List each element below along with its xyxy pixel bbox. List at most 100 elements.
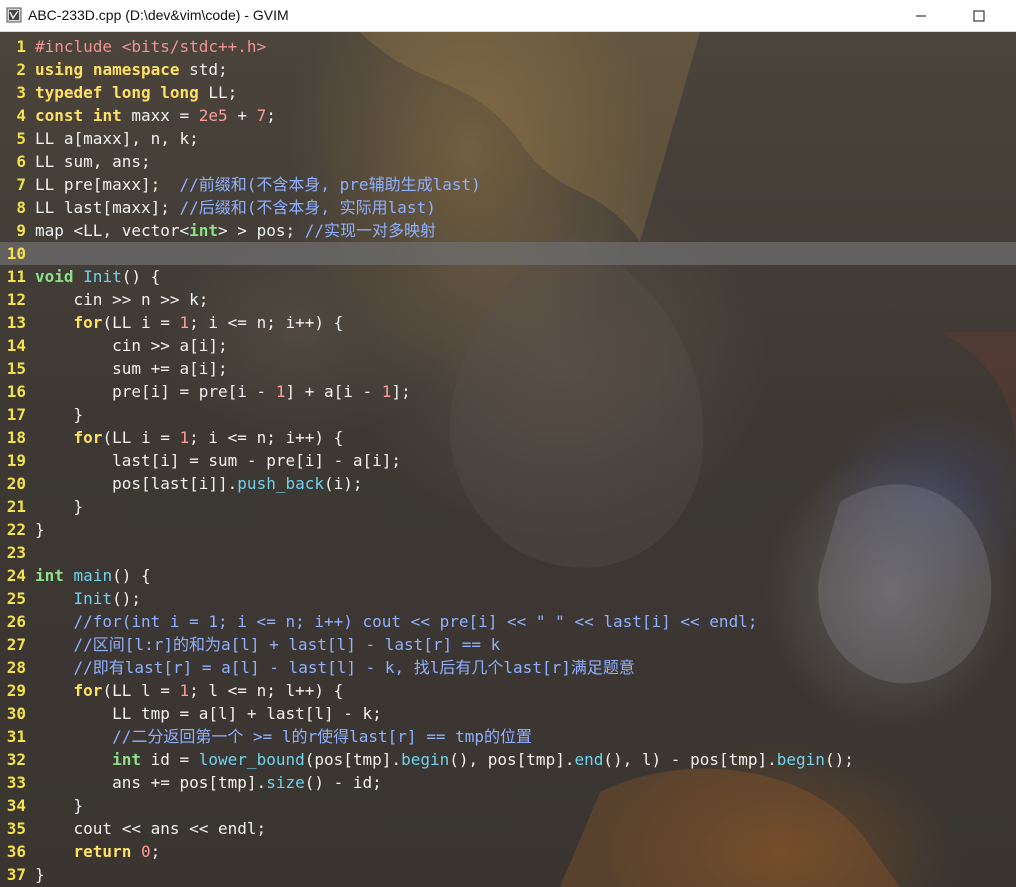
code-line[interactable]: 29 for(LL l = 1; l <= n; l++) {: [0, 679, 1016, 702]
line-number: 1: [16, 37, 26, 56]
code-line[interactable]: 14 cin >> a[i];: [0, 334, 1016, 357]
token-plain: () {: [121, 267, 161, 286]
maximize-icon: [973, 10, 985, 22]
code-text: pos[last[i]].push_back(i);: [26, 472, 362, 495]
token-plain: LL last[maxx];: [35, 198, 180, 217]
line-number: 6: [16, 152, 26, 171]
code-line[interactable]: 27 //区间[l:r]的和为a[l] + last[l] - last[r] …: [0, 633, 1016, 656]
token-plain: }: [35, 405, 84, 424]
code-text: pre[i] = pre[i - 1] + a[i - 1];: [26, 380, 411, 403]
code-line[interactable]: 6 LL sum, ans;: [0, 150, 1016, 173]
code-line[interactable]: 11 void Init() {: [0, 265, 1016, 288]
code-lines[interactable]: 1 #include <bits/stdc++.h> 2 using namespac…: [0, 35, 1016, 886]
line-number: 17: [6, 405, 26, 424]
editor-area[interactable]: 1 #include <bits/stdc++.h> 2 using namespac…: [0, 32, 1016, 887]
code-text: LL a[maxx], n, k;: [26, 127, 199, 150]
code-text: return 0;: [26, 840, 161, 863]
code-line[interactable]: 17 }: [0, 403, 1016, 426]
token-num: 1: [179, 428, 190, 447]
token-plain: ; i <= n; i++) {: [189, 313, 344, 332]
code-line[interactable]: 8 LL last[maxx]; //后缀和(不含本身, 实际用last): [0, 196, 1016, 219]
line-number: 15: [6, 359, 26, 378]
code-line[interactable]: 13 for(LL i = 1; i <= n; i++) {: [0, 311, 1016, 334]
token-pp: #include <bits/stdc++.h>: [35, 37, 267, 56]
code-line[interactable]: 18 for(LL i = 1; i <= n; i++) {: [0, 426, 1016, 449]
token-plain: ;: [266, 106, 276, 125]
code-line[interactable]: 20 pos[last[i]].push_back(i);: [0, 472, 1016, 495]
code-text: last[i] = sum - pre[i] - a[i];: [26, 449, 401, 472]
token-fn: main: [73, 566, 113, 585]
code-line[interactable]: 19 last[i] = sum - pre[i] - a[i];: [0, 449, 1016, 472]
code-line[interactable]: 28 //即有last[r] = a[l] - last[l] - k, 找l后…: [0, 656, 1016, 679]
code-line[interactable]: 10: [0, 242, 1016, 265]
token-plain: ; l <= n; l++) {: [189, 681, 344, 700]
line-number: 37: [6, 865, 26, 884]
line-number: 9: [16, 221, 26, 240]
code-line[interactable]: 4 const int maxx = 2e5 + 7;: [0, 104, 1016, 127]
code-line[interactable]: 25 Init();: [0, 587, 1016, 610]
code-line[interactable]: 26 //for(int i = 1; i <= n; i++) cout <<…: [0, 610, 1016, 633]
token-plain: (LL i =: [102, 428, 180, 447]
token-fn: Init: [83, 267, 122, 286]
line-number: 20: [6, 474, 26, 493]
token-plain: LL tmp = a[l] + last[l] - k;: [35, 704, 382, 723]
code-line[interactable]: 1 #include <bits/stdc++.h>: [0, 35, 1016, 58]
line-number: 36: [6, 842, 26, 861]
code-line[interactable]: 15 sum += a[i];: [0, 357, 1016, 380]
code-line[interactable]: 21 }: [0, 495, 1016, 518]
line-number: 24: [6, 566, 26, 585]
code-line[interactable]: 36 return 0;: [0, 840, 1016, 863]
code-text: map <LL, vector<int> > pos; //实现一对多映射: [26, 219, 436, 242]
code-line[interactable]: 7 LL pre[maxx]; //前缀和(不含本身, pre辅助生成last): [0, 173, 1016, 196]
code-line[interactable]: 9 map <LL, vector<int> > pos; //实现一对多映射: [0, 219, 1016, 242]
token-plain: }: [35, 497, 84, 516]
line-number: 18: [6, 428, 26, 447]
token-plain: }: [35, 520, 45, 539]
code-line[interactable]: 37}: [0, 863, 1016, 886]
code-line[interactable]: 3 typedef long long LL;: [0, 81, 1016, 104]
line-number: 8: [16, 198, 26, 217]
code-line[interactable]: 5 LL a[maxx], n, k;: [0, 127, 1016, 150]
line-number: 10: [6, 244, 26, 263]
token-plain: (), l) - pos[tmp].: [603, 750, 777, 769]
code-text: for(LL l = 1; l <= n; l++) {: [26, 679, 344, 702]
token-plain: pre[i] = pre[i -: [35, 382, 276, 401]
code-line[interactable]: 24 int main() {: [0, 564, 1016, 587]
token-num: 2e5: [198, 106, 228, 125]
token-plain: (), pos[tmp].: [449, 750, 575, 769]
code-line[interactable]: 35 cout << ans << endl;: [0, 817, 1016, 840]
window-title: ABC-233D.cpp (D:\dev&vim\code) - GVIM: [28, 7, 289, 23]
line-number: 30: [6, 704, 26, 723]
line-number: 13: [6, 313, 26, 332]
minimize-button[interactable]: [898, 0, 944, 32]
token-kw: namespace: [92, 60, 180, 79]
code-line[interactable]: 30 LL tmp = a[l] + last[l] - k;: [0, 702, 1016, 725]
line-number: 3: [16, 83, 26, 102]
code-line[interactable]: 12 cin >> n >> k;: [0, 288, 1016, 311]
code-line[interactable]: 34 }: [0, 794, 1016, 817]
code-line[interactable]: 16 pre[i] = pre[i - 1] + a[i - 1];: [0, 380, 1016, 403]
token-plain: ();: [112, 589, 141, 608]
minimize-icon: [916, 15, 926, 17]
token-plain: () - id;: [304, 773, 382, 792]
maximize-button[interactable]: [956, 0, 1002, 32]
gvim-app-icon[interactable]: [6, 7, 22, 23]
code-line[interactable]: 31 //二分返回第一个 >= l的r使得last[r] == tmp的位置: [0, 725, 1016, 748]
title-bar[interactable]: ABC-233D.cpp (D:\dev&vim\code) - GVIM: [0, 0, 1016, 32]
code-line[interactable]: 23: [0, 541, 1016, 564]
code-text: void Init() {: [26, 265, 160, 288]
code-line[interactable]: 2 using namespace std;: [0, 58, 1016, 81]
code-text: Init();: [26, 587, 141, 610]
code-line[interactable]: 22}: [0, 518, 1016, 541]
code-line[interactable]: 32 int id = lower_bound(pos[tmp].begin()…: [0, 748, 1016, 771]
token-plain: cin >> a[i];: [35, 336, 228, 355]
line-number: 4: [16, 106, 26, 125]
code-text: for(LL i = 1; i <= n; i++) {: [26, 311, 344, 334]
line-number: 12: [6, 290, 26, 309]
code-line[interactable]: 33 ans += pos[tmp].size() - id;: [0, 771, 1016, 794]
token-plain: LL sum, ans;: [35, 152, 151, 171]
line-number: 33: [6, 773, 26, 792]
